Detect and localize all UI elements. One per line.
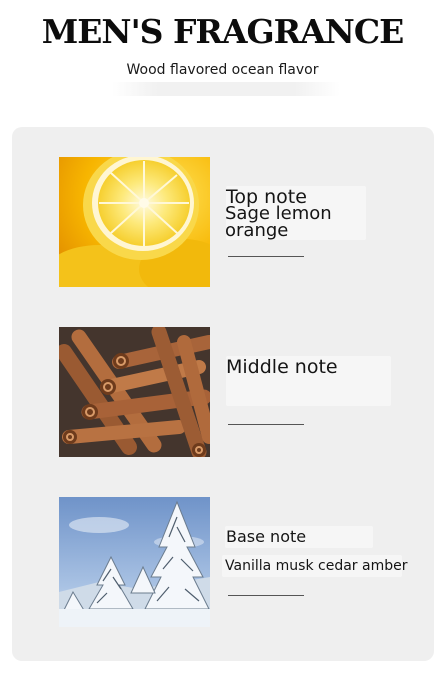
top-note-divider [228, 256, 304, 257]
page-subtitle: Wood flavored ocean flavor [126, 62, 319, 78]
middle-note-divider [228, 424, 304, 425]
middle-note-label: Middle note [226, 356, 338, 378]
snowy-pine-trees-image [59, 497, 210, 627]
subtitle-shadow-decoration [112, 82, 340, 96]
base-note-value: Vanilla musk cedar amber [225, 558, 408, 574]
page-title: MEN'S FRAGRANCE [41, 12, 405, 51]
base-note-divider [228, 595, 304, 596]
top-note-value-line2: orange [225, 220, 289, 241]
lemon-slices-image [59, 157, 210, 287]
base-note-label: Base note [226, 527, 307, 546]
cinnamon-sticks-image [59, 327, 210, 457]
